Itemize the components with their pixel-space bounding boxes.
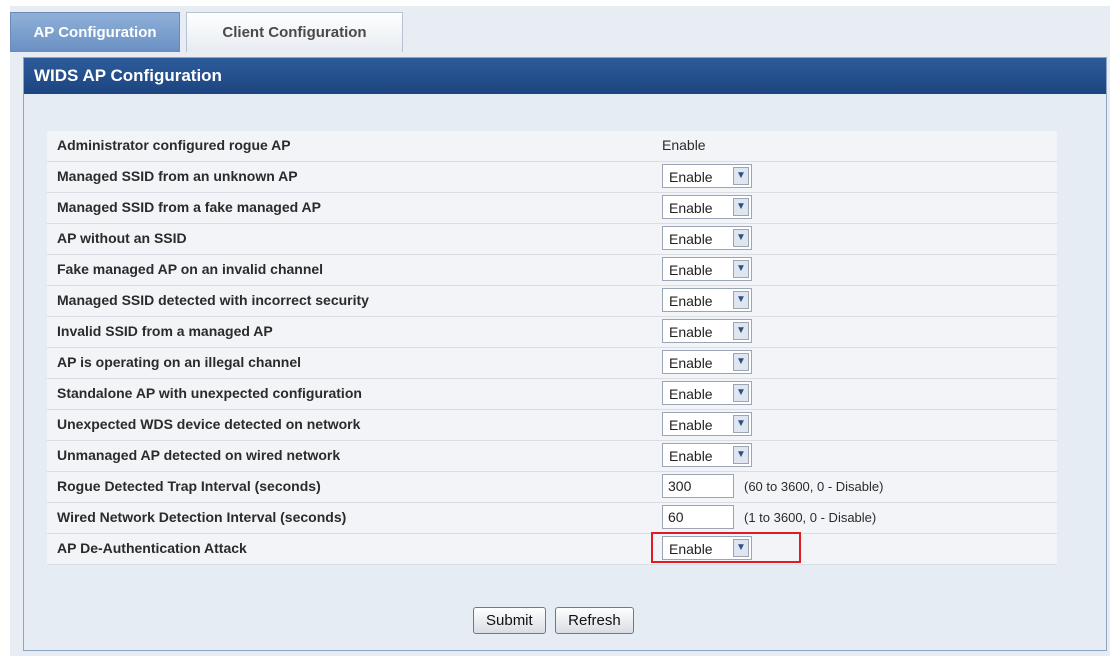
table-row: Managed SSID from a fake managed AP Enab… — [47, 193, 1057, 224]
setting-select[interactable]: Enable ▼ — [662, 350, 752, 374]
setting-label: Wired Network Detection Interval (second… — [57, 509, 347, 525]
setting-label: Managed SSID detected with incorrect sec… — [57, 292, 369, 308]
setting-label: Managed SSID from a fake managed AP — [57, 199, 321, 215]
settings-table: Administrator configured rogue AP Enable… — [47, 131, 1057, 565]
wids-ap-config-panel: WIDS AP Configuration Administrator conf… — [23, 57, 1107, 651]
setting-select[interactable]: Enable ▼ — [662, 257, 752, 281]
select-value: Enable — [669, 262, 713, 278]
chevron-down-icon[interactable]: ▼ — [733, 539, 749, 557]
setting-label: AP is operating on an illegal channel — [57, 354, 302, 370]
setting-label: Fake managed AP on an invalid channel — [57, 261, 324, 277]
chevron-down-icon[interactable]: ▼ — [733, 384, 749, 402]
table-row: AP De-Authentication Attack Enable ▼ — [47, 532, 1057, 565]
table-row: Fake managed AP on an invalid channel En… — [47, 255, 1057, 286]
refresh-button[interactable]: Refresh — [555, 607, 634, 634]
table-row: Managed SSID from an unknown AP Enable ▼ — [47, 162, 1057, 193]
setting-select[interactable]: Enable ▼ — [662, 412, 752, 436]
setting-select[interactable]: Enable ▼ — [662, 226, 752, 250]
wired-detection-interval-input[interactable]: 60 — [662, 505, 734, 529]
chevron-down-icon[interactable]: ▼ — [733, 198, 749, 216]
table-row: Managed SSID detected with incorrect sec… — [47, 286, 1057, 317]
range-hint: (1 to 3600, 0 - Disable) — [744, 510, 877, 525]
table-row: Unmanaged AP detected on wired network E… — [47, 441, 1057, 472]
setting-label: AP without an SSID — [57, 230, 187, 246]
chevron-down-icon[interactable]: ▼ — [733, 167, 749, 185]
setting-label: Unexpected WDS device detected on networ… — [57, 416, 361, 432]
table-row: Unexpected WDS device detected on networ… — [47, 410, 1057, 441]
select-value: Enable — [669, 417, 713, 433]
setting-label: Managed SSID from an unknown AP — [57, 168, 298, 184]
setting-label: Administrator configured rogue AP — [57, 137, 291, 153]
table-row: Administrator configured rogue AP Enable — [47, 131, 1057, 162]
button-bar: Submit Refresh — [473, 607, 639, 634]
setting-value-static: Enable — [662, 137, 706, 153]
setting-select[interactable]: Enable ▼ — [662, 195, 752, 219]
rogue-trap-interval-input[interactable]: 300 — [662, 474, 734, 498]
select-value: Enable — [669, 324, 713, 340]
setting-label: Invalid SSID from a managed AP — [57, 323, 273, 339]
select-value: Enable — [669, 448, 713, 464]
tab-client-configuration[interactable]: Client Configuration — [186, 12, 403, 52]
setting-select[interactable]: Enable ▼ — [662, 443, 752, 467]
tab-ap-configuration[interactable]: AP Configuration — [10, 12, 180, 52]
setting-label: Standalone AP with unexpected configurat… — [57, 385, 362, 401]
select-value: Enable — [669, 169, 713, 185]
table-row: Standalone AP with unexpected configurat… — [47, 379, 1057, 410]
chevron-down-icon[interactable]: ▼ — [733, 260, 749, 278]
table-row: Invalid SSID from a managed AP Enable ▼ — [47, 317, 1057, 348]
de-auth-attack-select[interactable]: Enable ▼ — [662, 536, 752, 560]
setting-label: Rogue Detected Trap Interval (seconds) — [57, 478, 321, 494]
range-hint: (60 to 3600, 0 - Disable) — [744, 479, 884, 494]
chevron-down-icon[interactable]: ▼ — [733, 446, 749, 464]
chevron-down-icon[interactable]: ▼ — [733, 353, 749, 371]
select-value: Enable — [669, 231, 713, 247]
panel-title: WIDS AP Configuration — [24, 58, 1106, 94]
select-value: Enable — [669, 200, 713, 216]
table-row: Rogue Detected Trap Interval (seconds) 3… — [47, 472, 1057, 503]
chevron-down-icon[interactable]: ▼ — [733, 291, 749, 309]
chevron-down-icon[interactable]: ▼ — [733, 415, 749, 433]
setting-label: AP De-Authentication Attack — [57, 540, 247, 556]
setting-label: Unmanaged AP detected on wired network — [57, 447, 341, 463]
chevron-down-icon[interactable]: ▼ — [733, 322, 749, 340]
setting-select[interactable]: Enable ▼ — [662, 288, 752, 312]
setting-select[interactable]: Enable ▼ — [662, 381, 752, 405]
select-value: Enable — [669, 386, 713, 402]
chevron-down-icon[interactable]: ▼ — [733, 229, 749, 247]
table-row: AP is operating on an illegal channel En… — [47, 348, 1057, 379]
setting-select[interactable]: Enable ▼ — [662, 164, 752, 188]
select-value: Enable — [669, 541, 713, 557]
table-row: AP without an SSID Enable ▼ — [47, 224, 1057, 255]
table-row: Wired Network Detection Interval (second… — [47, 503, 1057, 534]
select-value: Enable — [669, 293, 713, 309]
select-value: Enable — [669, 355, 713, 371]
setting-select[interactable]: Enable ▼ — [662, 319, 752, 343]
submit-button[interactable]: Submit — [473, 607, 546, 634]
